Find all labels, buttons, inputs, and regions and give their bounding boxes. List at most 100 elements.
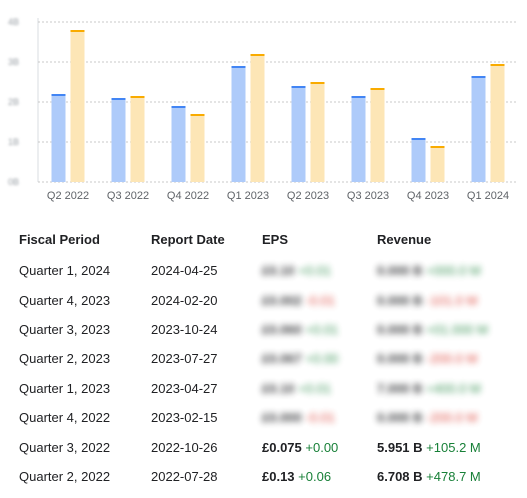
y-tick-label: 2B bbox=[8, 97, 19, 107]
bar-series-1[interactable] bbox=[231, 66, 246, 182]
table-row: Quarter 2, 2022 2022-07-28 £0.13 +0.06 6.70… bbox=[0, 462, 527, 491]
revenue-cell: 0.000 B -200.0 M bbox=[377, 403, 527, 432]
bar-series-2[interactable] bbox=[250, 54, 265, 182]
eps-change: +0.01 bbox=[298, 263, 332, 279]
table-header-row: Fiscal Period Report Date EPS Revenue bbox=[0, 222, 527, 256]
bar-top-edge bbox=[190, 114, 205, 116]
x-tick-label: Q4 2022 bbox=[167, 190, 209, 202]
report-date-cell: 2022-07-28 bbox=[151, 468, 218, 484]
fiscal-period-cell: Quarter 4, 2023 bbox=[19, 292, 111, 308]
bar-series-2[interactable] bbox=[310, 82, 325, 182]
bar-top-edge bbox=[471, 76, 486, 78]
bar-series-2[interactable] bbox=[190, 114, 205, 182]
bar-series-1[interactable] bbox=[171, 106, 186, 182]
fiscal-period-cell: Quarter 3, 2022 bbox=[19, 439, 111, 455]
revenue-change: +01.000 M bbox=[426, 321, 488, 337]
eps-cell: £0.10 +0.01 bbox=[262, 374, 377, 403]
revenue-change: +400.0 M bbox=[426, 380, 481, 396]
eps-value: £0.002 bbox=[262, 292, 302, 308]
eps-cell: £0.075 +0.00 bbox=[262, 432, 377, 461]
bar-series-2[interactable] bbox=[130, 96, 145, 182]
header-fiscal-period: Fiscal Period bbox=[19, 231, 100, 247]
bar-series-1[interactable] bbox=[471, 76, 486, 182]
revenue-cell: 0.000 B +000.0 M bbox=[377, 256, 527, 285]
report-date-cell: 2023-10-24 bbox=[151, 321, 218, 337]
x-tick-label: Q1 2024 bbox=[467, 190, 509, 202]
eps-cell: £0.060 +0.01 bbox=[262, 315, 377, 344]
revenue-cell: 0.000 B -200.0 M bbox=[377, 344, 527, 373]
table-row: Quarter 4, 2023 2024-02-20 £0.002 -0.01 0.0… bbox=[0, 285, 527, 314]
x-tick-label: Q2 2023 bbox=[287, 190, 329, 202]
bar-top-edge bbox=[51, 94, 66, 96]
eps-change: +0.00 bbox=[305, 439, 339, 455]
fiscal-period-cell: Quarter 1, 2023 bbox=[19, 380, 111, 396]
report-date-cell: 2022-10-26 bbox=[151, 439, 218, 455]
table-row: Quarter 2, 2023 2023-07-27 £0.067 +0.00 0.0… bbox=[0, 344, 527, 373]
bar-top-edge bbox=[130, 96, 145, 98]
header-revenue: Revenue bbox=[377, 231, 432, 247]
bar-series-2[interactable] bbox=[430, 146, 445, 182]
bar-top-edge bbox=[70, 30, 85, 32]
y-tick-label: 3B bbox=[8, 57, 19, 67]
bar-series-1[interactable] bbox=[351, 96, 366, 182]
bar-series-1[interactable] bbox=[291, 86, 306, 182]
table-row: Quarter 1, 2024 2024-04-25 £0.10 +0.01 0.00… bbox=[0, 256, 527, 285]
header-report-date: Report Date bbox=[151, 231, 225, 247]
revenue-change: +105.2 M bbox=[426, 439, 481, 455]
eps-value: £0.10 bbox=[262, 380, 295, 396]
revenue-change: +478.7 M bbox=[426, 468, 481, 484]
eps-value: £0.10 bbox=[262, 263, 295, 279]
x-tick-label: Q1 2023 bbox=[227, 190, 269, 202]
fiscal-period-cell: Quarter 4, 2022 bbox=[19, 410, 111, 426]
report-date-cell: 2023-02-15 bbox=[151, 410, 218, 426]
bar-top-edge bbox=[171, 106, 186, 108]
fiscal-period-cell: Quarter 2, 2022 bbox=[19, 468, 111, 484]
eps-value: £0.067 bbox=[262, 351, 302, 367]
fiscal-period-cell: Quarter 2, 2023 bbox=[19, 351, 111, 367]
eps-change: +0.01 bbox=[305, 321, 339, 337]
eps-value: £0.13 bbox=[262, 468, 295, 484]
revenue-change: -200.0 M bbox=[426, 351, 478, 367]
revenue-value: 0.000 B bbox=[377, 351, 423, 367]
report-date-cell: 2024-02-20 bbox=[151, 292, 218, 308]
x-tick-label: Q2 2022 bbox=[47, 190, 89, 202]
bar-series-1[interactable] bbox=[51, 94, 66, 182]
revenue-change: -101.0 M bbox=[426, 292, 478, 308]
revenue-value: 6.708 B bbox=[377, 468, 423, 484]
table-row: Quarter 4, 2022 2023-02-15 £0.000 -0.01 0.0… bbox=[0, 403, 527, 432]
bar-series-1[interactable] bbox=[411, 138, 426, 182]
report-date-cell: 2023-07-27 bbox=[151, 351, 218, 367]
earnings-table: Fiscal Period Report Date EPS Revenue Qu… bbox=[0, 222, 527, 491]
revenue-cell: 7.000 B +400.0 M bbox=[377, 374, 527, 403]
bar-top-edge bbox=[111, 98, 126, 100]
eps-change: +0.00 bbox=[305, 351, 339, 367]
bar-series-2[interactable] bbox=[370, 88, 385, 182]
bar-series-2[interactable] bbox=[70, 30, 85, 182]
bar-top-edge bbox=[411, 138, 426, 140]
eps-cell: £0.000 -0.01 bbox=[262, 403, 377, 432]
fiscal-period-cell: Quarter 1, 2024 bbox=[19, 263, 111, 279]
bar-top-edge bbox=[231, 66, 246, 68]
eps-cell: £0.10 +0.01 bbox=[262, 256, 377, 285]
eps-change: +0.06 bbox=[298, 468, 332, 484]
revenue-value: 7.000 B bbox=[377, 380, 423, 396]
bar-top-edge bbox=[310, 82, 325, 84]
bar-top-edge bbox=[291, 86, 306, 88]
eps-value: £0.000 bbox=[262, 410, 302, 426]
report-date-cell: 2023-04-27 bbox=[151, 380, 218, 396]
y-tick-label: 1B bbox=[8, 137, 19, 147]
revenue-change: +000.0 M bbox=[426, 263, 481, 279]
bar-top-edge bbox=[351, 96, 366, 98]
eps-cell: £0.002 -0.01 bbox=[262, 285, 377, 314]
bar-series-2[interactable] bbox=[490, 64, 505, 182]
eps-change: -0.01 bbox=[305, 292, 336, 308]
eps-change: -0.01 bbox=[305, 410, 336, 426]
eps-value: £0.075 bbox=[262, 439, 302, 455]
revenue-value: 0.000 B bbox=[377, 263, 423, 279]
y-tick-label: 0B bbox=[8, 177, 19, 187]
table-row: Quarter 3, 2022 2022-10-26 £0.075 +0.00 5.9… bbox=[0, 432, 527, 461]
eps-cell: £0.067 +0.00 bbox=[262, 344, 377, 373]
revenue-cell: 0.000 B -101.0 M bbox=[377, 285, 527, 314]
revenue-value: 0.000 B bbox=[377, 292, 423, 308]
bar-series-1[interactable] bbox=[111, 98, 126, 182]
